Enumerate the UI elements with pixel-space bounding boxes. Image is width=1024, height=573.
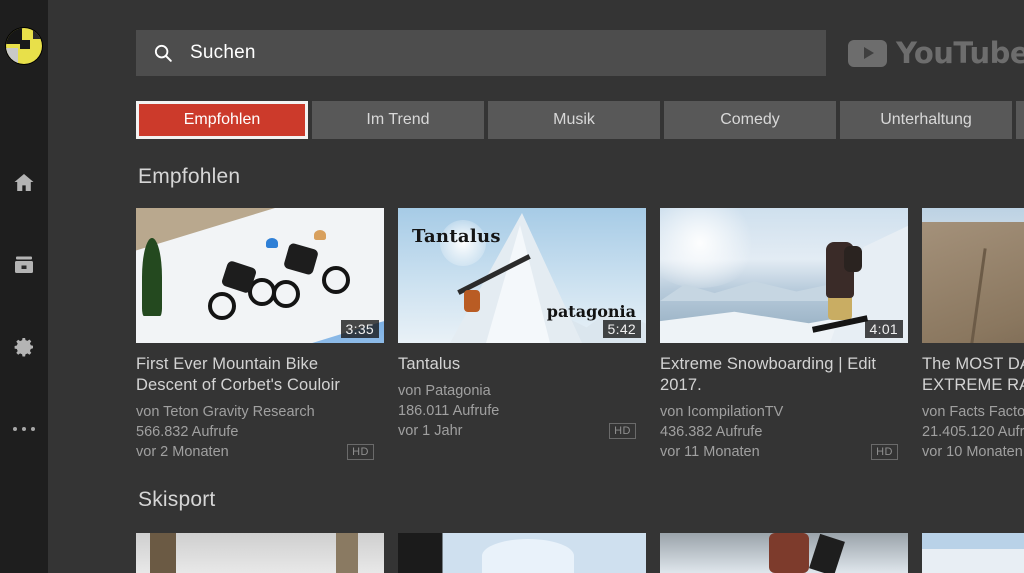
video-thumbnail[interactable] [922, 208, 1024, 343]
thumbnail-art [266, 238, 278, 248]
video-title: First Ever Mountain Bike Descent of Corb… [136, 355, 340, 394]
video-meta: Extreme Snowboarding | Edit 2017. von Ic… [660, 343, 908, 462]
video-duration: 5:42 [602, 320, 641, 338]
video-card[interactable]: Tantalus patagonia 5:42 Tantalus von Pat… [398, 208, 646, 462]
video-views: 436.382 Aufrufe [660, 424, 763, 440]
thumbnail-art [314, 230, 326, 240]
hd-badge: HD [347, 444, 374, 460]
video-title: Extreme Snowboarding | Edit 2017. [660, 355, 877, 394]
video-channel: von Facts Factory [922, 404, 1024, 420]
tab-label: Comedy [720, 111, 780, 128]
tab-label: Musik [553, 111, 595, 128]
search-icon [152, 42, 174, 64]
video-thumbnail[interactable]: 4:01 [660, 208, 908, 343]
library-icon [12, 253, 36, 277]
thumbnail-overlay-title: Tantalus [412, 226, 501, 247]
tab-comedy[interactable]: Comedy [664, 101, 836, 139]
video-submeta: von Facts Factory 21.405.120 Aufrufe vor… [922, 402, 1024, 462]
thumbnail-art [142, 238, 162, 316]
video-views: 566.832 Aufrufe [136, 424, 239, 440]
sidebar-item-settings[interactable] [0, 326, 48, 368]
video-card[interactable] [398, 533, 646, 573]
sidebar [0, 0, 48, 573]
thumbnail-art [272, 280, 300, 308]
video-card[interactable]: 4:01 Extreme Snowboarding | Edit 2017. v… [660, 208, 908, 462]
video-meta: First Ever Mountain Bike Descent of Corb… [136, 343, 384, 462]
section-title-skisport: Skisport [138, 488, 216, 511]
thumbnail-art [464, 290, 480, 312]
search-placeholder: Suchen [190, 42, 256, 63]
tab-empfohlen[interactable]: Empfohlen [136, 101, 308, 139]
video-duration: 4:01 [864, 320, 903, 338]
video-meta: Tantalus von Patagonia 186.011 Aufrufe v… [398, 343, 646, 441]
avatar-shape [20, 40, 30, 49]
video-thumbnail[interactable] [660, 533, 908, 573]
tab-label: Empfohlen [183, 111, 261, 128]
category-tabs: Empfohlen Im Trend Musik Comedy Unterhal… [136, 101, 1024, 139]
tab-im-trend[interactable]: Im Trend [312, 101, 484, 139]
youtube-logo: YouTube [848, 36, 1024, 70]
video-meta: The MOST DANGEROUS EXTREME RAILWAY von F… [922, 343, 1024, 462]
more-icon [13, 427, 35, 431]
thumbnail-art [322, 266, 350, 294]
video-thumbnail[interactable]: 3:35 [136, 208, 384, 343]
hd-badge: HD [609, 423, 636, 439]
avatar-shape [6, 48, 18, 64]
avatar[interactable] [6, 28, 42, 64]
video-title: Tantalus [398, 355, 461, 373]
video-views: 21.405.120 Aufrufe [922, 424, 1024, 440]
search-input[interactable]: Suchen [136, 30, 826, 76]
hd-badge: HD [871, 444, 898, 460]
video-views: 186.011 Aufrufe [398, 403, 500, 419]
avatar-shape [33, 28, 42, 39]
video-card[interactable]: 3:35 First Ever Mountain Bike Descent of… [136, 208, 384, 462]
video-channel: von Patagonia [398, 383, 491, 399]
sidebar-item-home[interactable] [0, 162, 48, 204]
tab-nachrichten[interactable]: Nach [1016, 101, 1024, 139]
video-title: The MOST DANGEROUS EXTREME RAILWAY [922, 355, 1024, 394]
tab-musik[interactable]: Musik [488, 101, 660, 139]
video-thumbnail[interactable]: Tantalus patagonia 5:42 [398, 208, 646, 343]
youtube-play-icon [848, 39, 887, 67]
video-card[interactable] [922, 533, 1024, 573]
sidebar-item-more[interactable] [0, 408, 48, 450]
video-channel: von Teton Gravity Research [136, 404, 315, 420]
video-row-empfohlen: 3:35 First Ever Mountain Bike Descent of… [136, 208, 1024, 462]
thumbnail-art [844, 246, 862, 272]
video-thumbnail[interactable] [922, 533, 1024, 573]
video-card[interactable] [136, 533, 384, 573]
search-row: Suchen [136, 30, 826, 76]
tab-label: Im Trend [366, 111, 430, 128]
section-title-empfohlen: Empfohlen [138, 165, 241, 188]
gear-icon [12, 335, 36, 359]
video-thumbnail[interactable] [136, 533, 384, 573]
tab-unterhaltung[interactable]: Unterhaltung [840, 101, 1012, 139]
sidebar-nav [0, 162, 48, 450]
video-row-skisport [136, 533, 1024, 573]
video-channel: von IcompilationTV [660, 404, 784, 420]
video-thumbnail[interactable] [398, 533, 646, 573]
video-duration: 3:35 [340, 320, 379, 338]
video-card[interactable] [660, 533, 908, 573]
thumbnail-overlay-brand: patagonia [546, 302, 636, 321]
tab-label: Unterhaltung [880, 111, 972, 128]
main-content: Suchen YouTube Empfohlen Im Trend Musik … [48, 0, 1024, 573]
home-icon [12, 171, 36, 195]
youtube-tv-app: Suchen YouTube Empfohlen Im Trend Musik … [0, 0, 1024, 573]
sidebar-item-library[interactable] [0, 244, 48, 286]
thumbnail-art [208, 292, 236, 320]
youtube-wordmark: YouTube [896, 36, 1024, 70]
video-card[interactable]: The MOST DANGEROUS EXTREME RAILWAY von F… [922, 208, 1024, 462]
video-age: vor 10 Monaten [922, 444, 1023, 460]
